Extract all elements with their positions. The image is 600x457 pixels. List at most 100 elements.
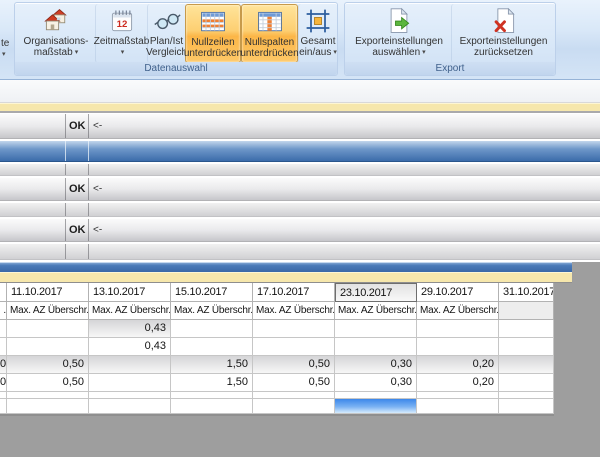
chevron-down-icon: ▾ (121, 49, 125, 56)
grid-cell[interactable] (417, 320, 499, 338)
grid-cell[interactable] (0, 320, 7, 338)
grid-cell[interactable]: 0,43 (89, 338, 171, 356)
grid-cell[interactable]: 0,20 (417, 374, 499, 392)
calendar-icon: 12 (107, 6, 137, 36)
grid-cell[interactable] (335, 392, 417, 399)
timeline-bar-ok[interactable]: OK<- (0, 114, 600, 139)
grid-cell[interactable] (7, 338, 89, 356)
selected-grid-cell[interactable] (335, 399, 417, 414)
partial-ribbon-button[interactable]: te ▾ (0, 3, 12, 61)
grid-cell[interactable] (499, 356, 554, 374)
grid-cell[interactable] (171, 392, 253, 399)
grid-cell[interactable]: 1,50 (171, 356, 253, 374)
timeline-gridline (65, 219, 66, 241)
grid-cell[interactable] (499, 374, 554, 392)
column-subheader-23.10.2017[interactable]: Max. AZ Überschr. (335, 302, 417, 320)
column-header-partial[interactable] (0, 283, 7, 302)
grid-cell[interactable] (253, 320, 335, 338)
ribbon-group-export-body: Exporteinstellungenauswählen▾Exporteinst… (347, 4, 555, 63)
grid-cell[interactable] (171, 399, 253, 414)
grid-cell[interactable] (89, 374, 171, 392)
grid-cell[interactable] (89, 399, 171, 414)
grid-cell[interactable] (335, 338, 417, 356)
column-subheader-31.10.2017[interactable] (499, 302, 554, 320)
grid-cell[interactable] (89, 392, 171, 399)
plan-ist-vergleich-button[interactable]: Plan/IstVergleich (147, 4, 185, 63)
button-label-line1: Organisations- (23, 36, 88, 47)
nullspalten-unterdruecken-button[interactable]: Nullspaltenunterdrücken (241, 4, 298, 63)
grid-cell[interactable] (499, 399, 554, 414)
exporteinstellungen-zuruecksetzen-button[interactable]: Exporteinstellungenzurücksetzen (451, 4, 555, 63)
grid-cell[interactable] (171, 338, 253, 356)
timeline-bar-empty[interactable] (0, 203, 600, 217)
timeline-bar-ok[interactable]: OK<- (0, 219, 600, 242)
column-subheader-partial[interactable]: . (0, 302, 7, 320)
column-header-13.10.2017[interactable]: 13.10.2017 (89, 283, 171, 302)
svg-text:12: 12 (116, 19, 127, 30)
column-header-11.10.2017[interactable]: 11.10.2017 (7, 283, 89, 302)
timeline-bar-empty[interactable] (0, 244, 600, 260)
grid-cell[interactable] (0, 338, 7, 356)
grid-cell[interactable] (7, 399, 89, 414)
grid-cell[interactable]: 0,30 (335, 356, 417, 374)
column-header-23.10.2017[interactable]: 23.10.2017 (335, 283, 417, 302)
zeitmassstab-button[interactable]: 12Zeitmaßstab▾ (95, 4, 147, 63)
timeline-gridline (88, 178, 89, 200)
organisationsmassstab-button[interactable]: Organisations-maßstab▾ (17, 4, 95, 63)
nullzeilen-unterdruecken-button[interactable]: Nullzeilenunterdrücken (185, 4, 241, 63)
grid-cell[interactable]: 0 (0, 374, 7, 392)
chevron-down-icon: ▾ (422, 49, 426, 56)
glasses-icon (152, 6, 182, 36)
grid-cell[interactable] (417, 392, 499, 399)
button-label-line1: Nullzeilen (191, 37, 234, 48)
column-subheader-17.10.2017[interactable]: Max. AZ Überschr. (253, 302, 335, 320)
ribbon-group-datenauswahl-body: Organisations-maßstab▾12Zeitmaßstab▾Plan… (17, 4, 337, 63)
grid-cell[interactable]: 0,50 (253, 356, 335, 374)
timeline-bar-selected[interactable] (0, 141, 600, 162)
grid-cell[interactable] (417, 399, 499, 414)
button-label-line2: ein/aus▾ (299, 47, 337, 58)
ok-status-label: OK (69, 120, 86, 132)
timeline-bar-ok[interactable]: OK<- (0, 178, 600, 201)
grid-cell[interactable] (89, 356, 171, 374)
grid-cell[interactable]: 0,50 (7, 356, 89, 374)
timeline-gridline (88, 141, 89, 161)
ribbon-group-export: Exporteinstellungenauswählen▾Exporteinst… (344, 2, 556, 76)
grid-cell[interactable] (0, 392, 7, 399)
grid-cell[interactable] (7, 320, 89, 338)
button-label-line1: Plan/Ist (150, 36, 183, 47)
column-subheader-13.10.2017[interactable]: Max. AZ Überschr. (89, 302, 171, 320)
grid-cell[interactable] (0, 399, 7, 414)
exporteinstellungen-auswaehlen-button[interactable]: Exporteinstellungenauswählen▾ (347, 4, 451, 63)
gesamt-ein-aus-button[interactable]: Gesamtein/aus▾ (298, 4, 337, 63)
grid-cell[interactable]: 0,30 (335, 374, 417, 392)
grid-cell[interactable] (253, 392, 335, 399)
grid-cell[interactable] (417, 338, 499, 356)
grid-cell[interactable] (499, 320, 554, 338)
column-header-31.10.2017[interactable]: 31.10.2017 (499, 283, 554, 302)
grid-cell[interactable]: 0,50 (253, 374, 335, 392)
grid-cell[interactable] (7, 392, 89, 399)
grid-cell[interactable] (499, 338, 554, 356)
column-header-15.10.2017[interactable]: 15.10.2017 (171, 283, 253, 302)
column-header-17.10.2017[interactable]: 17.10.2017 (253, 283, 335, 302)
grid-cell[interactable]: 0,50 (7, 374, 89, 392)
timeline-gridline (65, 244, 66, 259)
grid-cell[interactable] (499, 392, 554, 399)
grid-cell[interactable]: 0,20 (417, 356, 499, 374)
column-subheader-29.10.2017[interactable]: Max. AZ Überschr. (417, 302, 499, 320)
grid-cell[interactable] (171, 320, 253, 338)
grid-cell[interactable]: 1,50 (171, 374, 253, 392)
column-subheader-15.10.2017[interactable]: Max. AZ Überschr. (171, 302, 253, 320)
grid-cell[interactable] (335, 320, 417, 338)
grid-cell[interactable] (253, 338, 335, 356)
grid-cell[interactable]: 0,43 (89, 320, 171, 338)
grid-cell[interactable] (253, 399, 335, 414)
separator-band-cream-top (0, 103, 600, 113)
column-header-29.10.2017[interactable]: 29.10.2017 (417, 283, 499, 302)
timeline-bar-empty[interactable] (0, 164, 600, 176)
column-subheader-11.10.2017[interactable]: Max. AZ Überschr. (7, 302, 89, 320)
grid-cell[interactable]: 0 (0, 356, 7, 374)
button-label-line1: Gesamt (300, 36, 335, 47)
table-rows-icon (198, 7, 228, 37)
